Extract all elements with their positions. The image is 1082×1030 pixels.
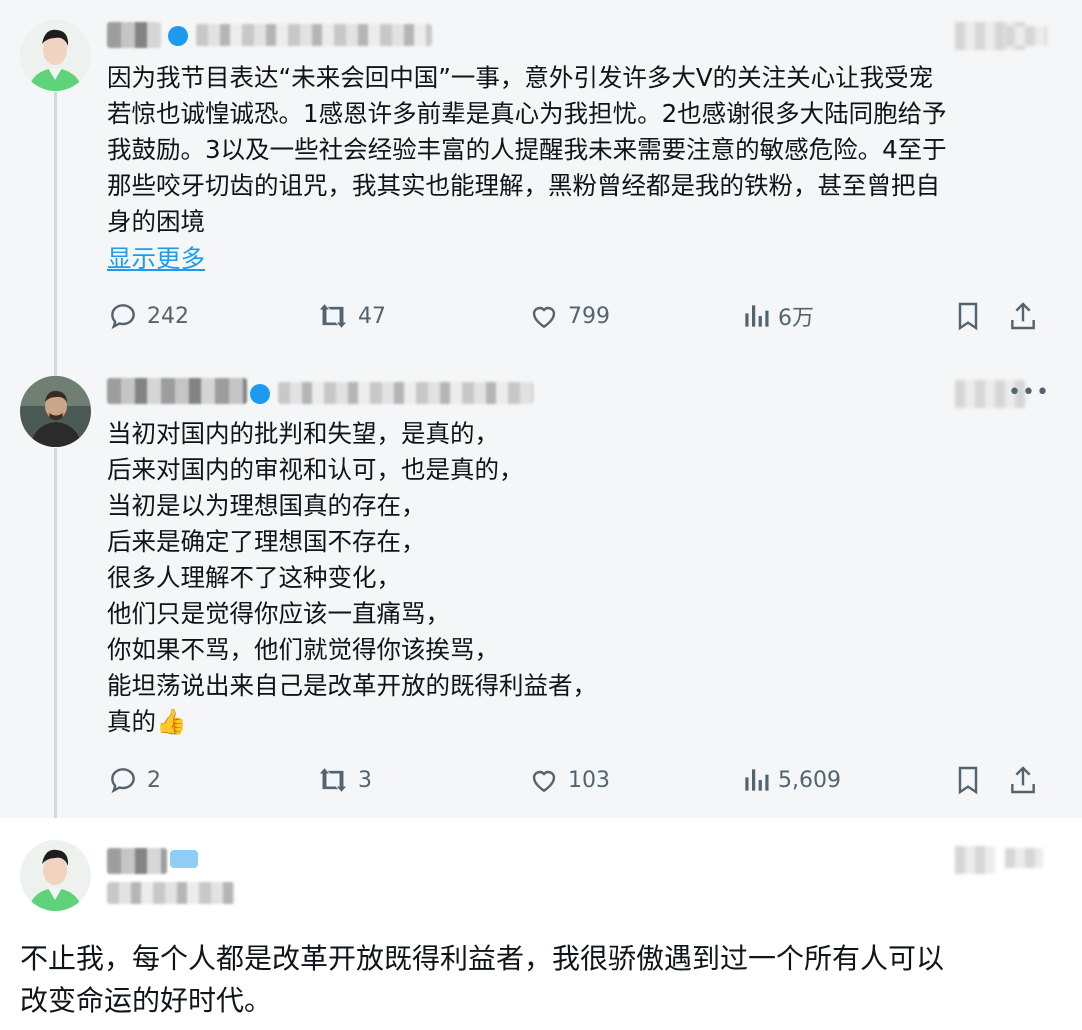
avatar[interactable] (20, 376, 91, 447)
like-count: 103 (568, 767, 610, 793)
follow-button[interactable] (955, 846, 995, 874)
bookmark-icon (958, 302, 978, 331)
author-name[interactable] (107, 848, 167, 874)
like-button[interactable]: 103 (528, 764, 610, 796)
reply-count: 2 (147, 767, 161, 793)
bookmark-icon (958, 766, 978, 795)
like-button[interactable]: 799 (528, 300, 610, 332)
verified-badge-icon (168, 26, 188, 46)
views-icon (745, 769, 769, 791)
more-icon[interactable] (1005, 26, 1047, 46)
author-handle[interactable] (107, 882, 235, 904)
retweet-count: 3 (358, 767, 372, 793)
share-icon (1011, 766, 1035, 794)
retweet-button[interactable]: 47 (316, 300, 386, 332)
tweet-text: 因为我节目表达“未来会回中国”一事，意外引发许多大V的关注关心让我受宠 若惊也诚… (107, 63, 947, 236)
tweet-3[interactable]: 不止我，每个人都是改革开放既得利益者，我很骄傲遇到过一个所有人可以 改变命运的好… (0, 818, 1082, 1030)
thread-line (54, 92, 57, 356)
share-button[interactable] (1008, 764, 1038, 800)
show-more-link[interactable]: 显示更多 (107, 240, 205, 275)
reply-count: 242 (147, 303, 189, 329)
author-handle[interactable] (196, 24, 432, 46)
retweet-count: 47 (358, 303, 386, 329)
verified-badge-icon (250, 384, 270, 404)
tweet-2[interactable]: ••• 当初对国内的批判和失望，是真的， 后来对国内的审视和认可，也是真的， 当… (0, 356, 1082, 818)
bookmark-button[interactable] (954, 300, 982, 336)
author-name[interactable] (107, 378, 247, 404)
thread-line (54, 448, 57, 818)
views-button[interactable]: 5,609 (742, 764, 841, 796)
more-icon[interactable] (1005, 848, 1043, 868)
tweet-text: 不止我，每个人都是改革开放既得利益者，我很骄傲遇到过一个所有人可以 改变命运的好… (20, 942, 945, 1017)
retweet-button[interactable]: 3 (316, 764, 372, 796)
views-button[interactable]: 6万 (742, 300, 814, 332)
tweet-text: 当初对国内的批判和失望，是真的， 后来对国内的审视和认可，也是真的， 当初是以为… (107, 419, 597, 736)
views-icon (745, 305, 769, 327)
retweet-icon (319, 304, 347, 328)
verified-badge-icon (170, 850, 198, 868)
like-icon (532, 306, 556, 329)
like-icon (532, 770, 556, 793)
retweet-icon (319, 768, 347, 792)
views-count: 5,609 (778, 767, 841, 793)
avatar[interactable] (20, 840, 91, 911)
reply-icon (111, 768, 135, 794)
reply-button[interactable]: 242 (107, 300, 189, 332)
tweet-1[interactable]: 因为我节目表达“未来会回中国”一事，意外引发许多大V的关注关心让我受宠 若惊也诚… (0, 0, 1082, 356)
views-count: 6万 (778, 306, 814, 331)
author-handle[interactable] (278, 382, 533, 404)
share-button[interactable] (1008, 300, 1038, 336)
like-count: 799 (568, 303, 610, 329)
share-icon (1011, 302, 1035, 330)
reply-icon (111, 304, 135, 330)
reply-button[interactable]: 2 (107, 764, 161, 796)
thread-line (54, 356, 57, 376)
more-icon[interactable]: ••• (1008, 382, 1050, 404)
author-name[interactable] (107, 22, 161, 48)
bookmark-button[interactable] (954, 764, 982, 800)
avatar[interactable] (20, 20, 91, 91)
